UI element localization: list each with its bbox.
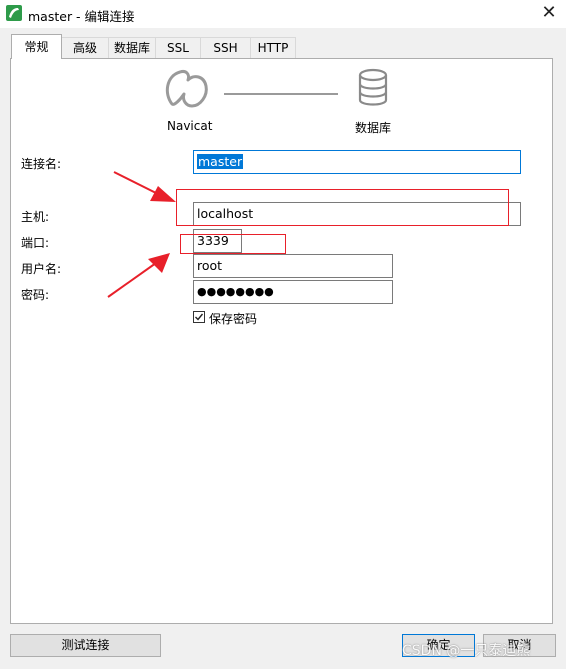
arrow-to-host [113, 171, 176, 202]
arrow-to-port [107, 253, 170, 298]
annotation-arrows [107, 171, 176, 298]
watermark-text: CSDN @一只泰迪熊 [402, 643, 531, 659]
